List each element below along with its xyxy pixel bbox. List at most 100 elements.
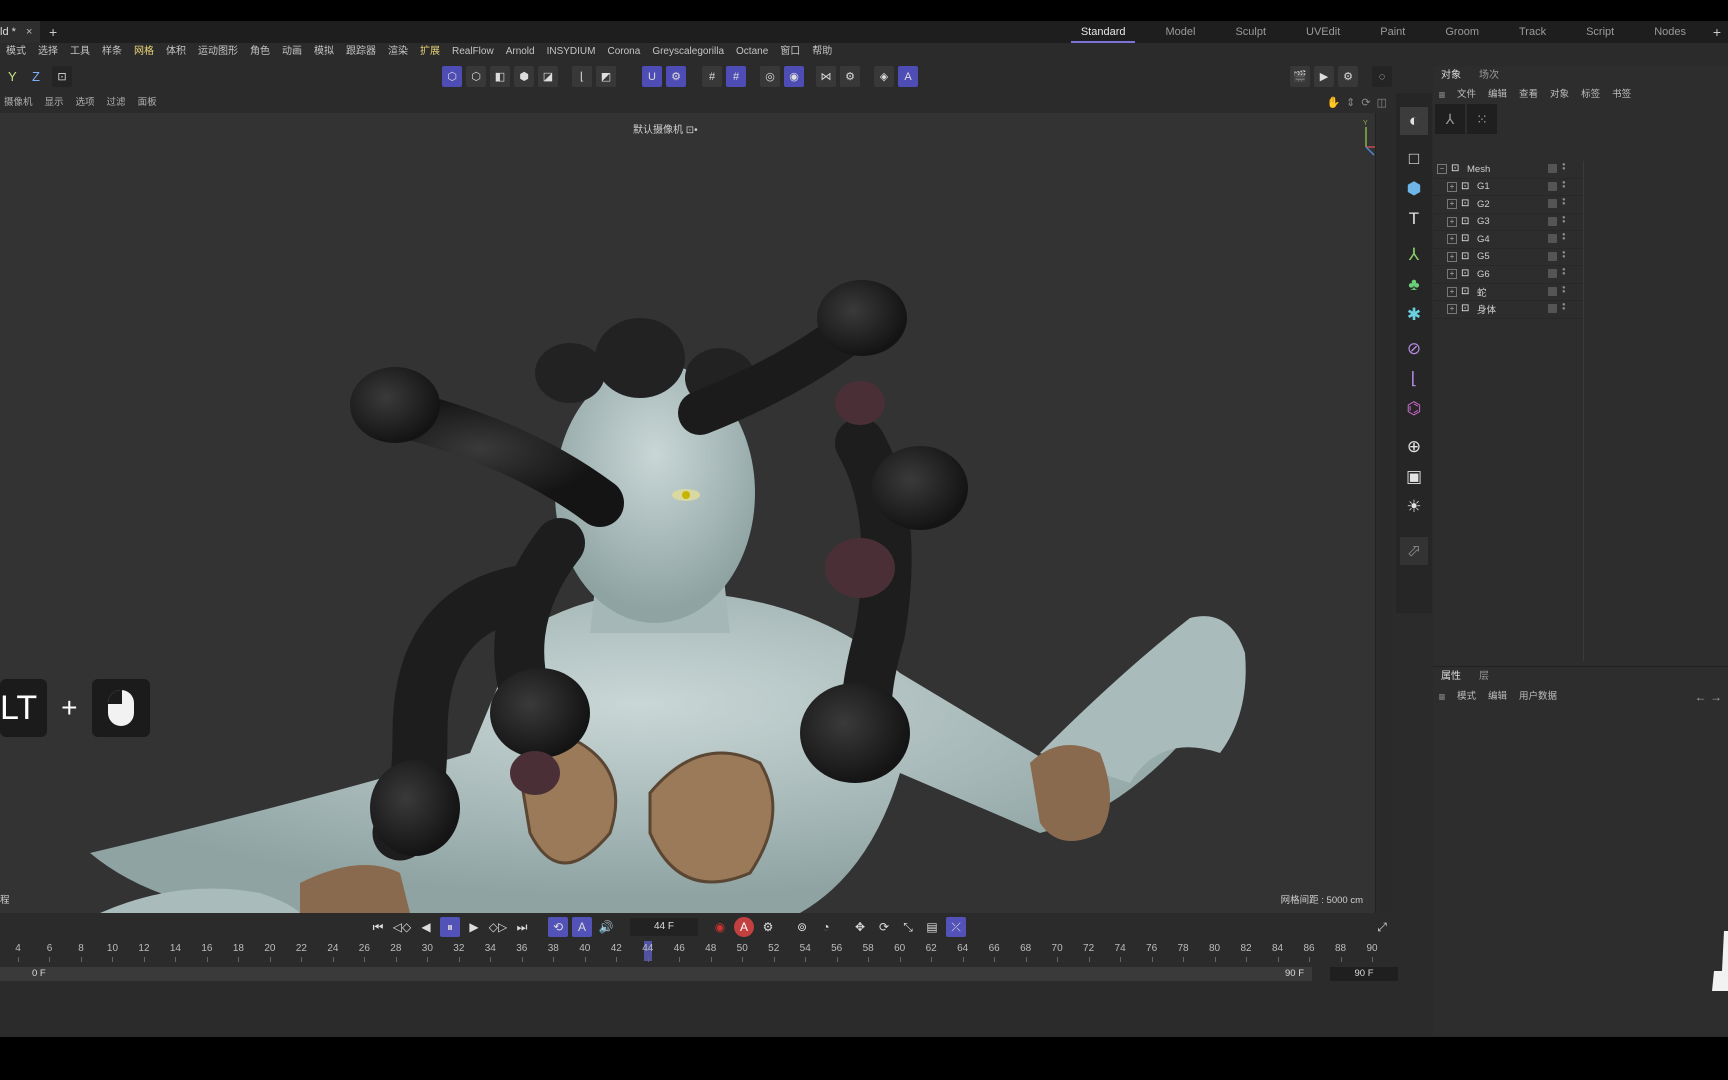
filter-icon[interactable]: ⁙: [1467, 104, 1497, 134]
visibility-dots-icon[interactable]: ● ●: [1562, 180, 1566, 190]
axis-mode-icon[interactable]: ⌊: [572, 66, 592, 87]
edges-mode-icon[interactable]: ⬡: [466, 66, 486, 87]
visibility-dots-icon[interactable]: ● ●: [1562, 162, 1566, 172]
render-active-icon[interactable]: ◉: [784, 66, 804, 87]
current-frame-field[interactable]: 44 F: [630, 918, 698, 936]
pla-key-icon[interactable]: ⤫: [946, 917, 966, 937]
close-icon[interactable]: ×: [26, 21, 32, 43]
attribute-tab[interactable]: 属性: [1433, 667, 1471, 687]
tree-row[interactable]: + ⊡ 蛇 ● ●: [1433, 284, 1583, 301]
menu-item[interactable]: 窗口: [774, 43, 806, 61]
expand-icon[interactable]: +: [1447, 269, 1457, 280]
document-tab[interactable]: ld * ×: [0, 21, 40, 43]
expand-icon[interactable]: +: [1447, 286, 1457, 297]
object-manager-menu-item[interactable]: 标签: [1575, 86, 1606, 104]
object-name[interactable]: G3: [1477, 216, 1490, 227]
lock-workplane-icon[interactable]: ◈: [874, 66, 894, 87]
pause-icon[interactable]: ⏸: [440, 917, 460, 937]
menu-item[interactable]: Arnold: [500, 43, 541, 61]
attribute-menu-item[interactable]: 编辑: [1482, 688, 1513, 706]
interactive-render-icon[interactable]: ◌: [1372, 66, 1392, 87]
object-name[interactable]: G1: [1477, 181, 1490, 192]
object-name[interactable]: G5: [1477, 251, 1490, 262]
go-to-end-icon[interactable]: ⏭: [512, 917, 532, 937]
attribute-menu-item[interactable]: 模式: [1451, 688, 1482, 706]
snap-magnet-icon[interactable]: U: [642, 66, 662, 87]
toggle-view-icon[interactable]: ◫: [1377, 93, 1387, 113]
key-settings-icon[interactable]: ⚙: [758, 917, 778, 937]
pan-icon[interactable]: ✋: [1326, 93, 1340, 113]
column-divider[interactable]: [1583, 161, 1584, 661]
attribute-tab[interactable]: 层: [1471, 667, 1499, 687]
edit-flag-icon[interactable]: [1548, 199, 1557, 208]
axis-z-toggle[interactable]: Z: [32, 66, 40, 87]
coordinate-system-icon[interactable]: ⊡: [52, 66, 72, 87]
edit-flag-icon[interactable]: [1548, 164, 1557, 173]
next-frame-icon[interactable]: ▶: [464, 917, 484, 937]
object-manager-tab[interactable]: 场次: [1471, 66, 1509, 86]
object-name[interactable]: Mesh: [1467, 164, 1490, 175]
hamburger-icon[interactable]: ≡: [1433, 690, 1451, 704]
object-name[interactable]: 蛇: [1477, 285, 1487, 299]
viewport-scrollbar[interactable]: [1378, 113, 1392, 913]
sound-icon[interactable]: 🔊: [596, 917, 616, 937]
expand-icon[interactable]: +: [1447, 199, 1457, 210]
axis-y-toggle[interactable]: Y: [8, 66, 17, 87]
object-manager-tab[interactable]: 对象: [1433, 66, 1471, 86]
viewport-menu-item[interactable]: 摄像机: [0, 94, 41, 112]
new-tab-button[interactable]: +: [49, 21, 57, 43]
nav-arrows-icon[interactable]: ← →: [1695, 687, 1722, 707]
render-frame-icon[interactable]: 🎬: [1290, 66, 1310, 87]
null-object-icon[interactable]: □: [1400, 145, 1428, 173]
menu-item[interactable]: 帮助: [806, 43, 838, 61]
visibility-dots-icon[interactable]: ● ●: [1562, 285, 1566, 295]
rotation-key-icon[interactable]: ⟳: [874, 917, 894, 937]
position-key-icon[interactable]: ✥: [850, 917, 870, 937]
edit-flag-icon[interactable]: [1548, 304, 1557, 313]
zoom-icon[interactable]: ⇕: [1346, 93, 1355, 113]
camera-icon[interactable]: ▣: [1400, 463, 1428, 491]
menu-item[interactable]: 体积: [160, 43, 192, 61]
expand-icon[interactable]: +: [1447, 234, 1457, 245]
solo-mode-icon[interactable]: ◩: [596, 66, 616, 87]
symmetry-settings-icon[interactable]: ⚙: [840, 66, 860, 87]
menu-item[interactable]: 跟踪器: [340, 43, 382, 61]
visibility-dots-icon[interactable]: ● ●: [1562, 197, 1566, 207]
tree-row[interactable]: + ⊡ G4 ● ●: [1433, 231, 1583, 249]
render-view-icon[interactable]: ◎: [760, 66, 780, 87]
light-icon[interactable]: ☀: [1400, 493, 1428, 521]
visibility-dots-icon[interactable]: ● ●: [1562, 250, 1566, 260]
tree-row[interactable]: + ⊡ G6 ● ●: [1433, 266, 1583, 284]
viewport-menu-item[interactable]: 面板: [134, 94, 165, 112]
3d-viewport[interactable]: 默认摄像机 ⊡• Y X Z LT + 程 网格间距 : 5000 cm: [0, 113, 1376, 913]
hierarchy-icon[interactable]: ⅄: [1435, 104, 1465, 134]
points-mode-icon[interactable]: ⬡: [442, 66, 462, 87]
layout-tab-paint[interactable]: Paint: [1360, 21, 1425, 43]
tree-row[interactable]: + ⊡ G1 ● ●: [1433, 179, 1583, 196]
edit-flag-icon[interactable]: [1548, 286, 1557, 296]
object-name[interactable]: G6: [1477, 269, 1490, 280]
expand-icon[interactable]: +: [1447, 304, 1457, 315]
tree-row[interactable]: + ⊡ G5 ● ●: [1433, 249, 1583, 266]
object-manager-menu-item[interactable]: 书签: [1606, 86, 1637, 104]
cloner-icon[interactable]: ♣: [1400, 271, 1428, 299]
polygons-mode-icon[interactable]: ◧: [490, 66, 510, 87]
key-mode-icon[interactable]: ◔: [816, 917, 836, 937]
layout-tab-nodes[interactable]: Nodes: [1634, 21, 1706, 43]
viewport-menu-item[interactable]: 选项: [72, 94, 103, 112]
menu-item[interactable]: 网格: [128, 43, 160, 61]
menu-item[interactable]: 模式: [0, 43, 32, 61]
layout-tab-uvedit[interactable]: UVEdit: [1286, 21, 1360, 43]
render-settings-icon[interactable]: ⚙: [1338, 66, 1358, 87]
rotate-icon[interactable]: ⟳: [1361, 93, 1370, 113]
scene-icon[interactable]: ⌊: [1400, 365, 1428, 393]
visibility-dots-icon[interactable]: ● ●: [1562, 302, 1566, 312]
menu-item[interactable]: 运动图形: [192, 43, 244, 61]
object-manager-menu-item[interactable]: 文件: [1451, 86, 1482, 104]
menu-item[interactable]: Greyscalegorilla: [646, 43, 730, 61]
tracer-icon[interactable]: ⌬: [1400, 395, 1428, 423]
edit-flag-icon[interactable]: [1548, 216, 1557, 226]
attribute-menu-item[interactable]: 用户数据: [1513, 688, 1563, 706]
arnold-icon[interactable]: A: [898, 66, 918, 87]
playback-mode-icon[interactable]: A: [572, 917, 592, 937]
